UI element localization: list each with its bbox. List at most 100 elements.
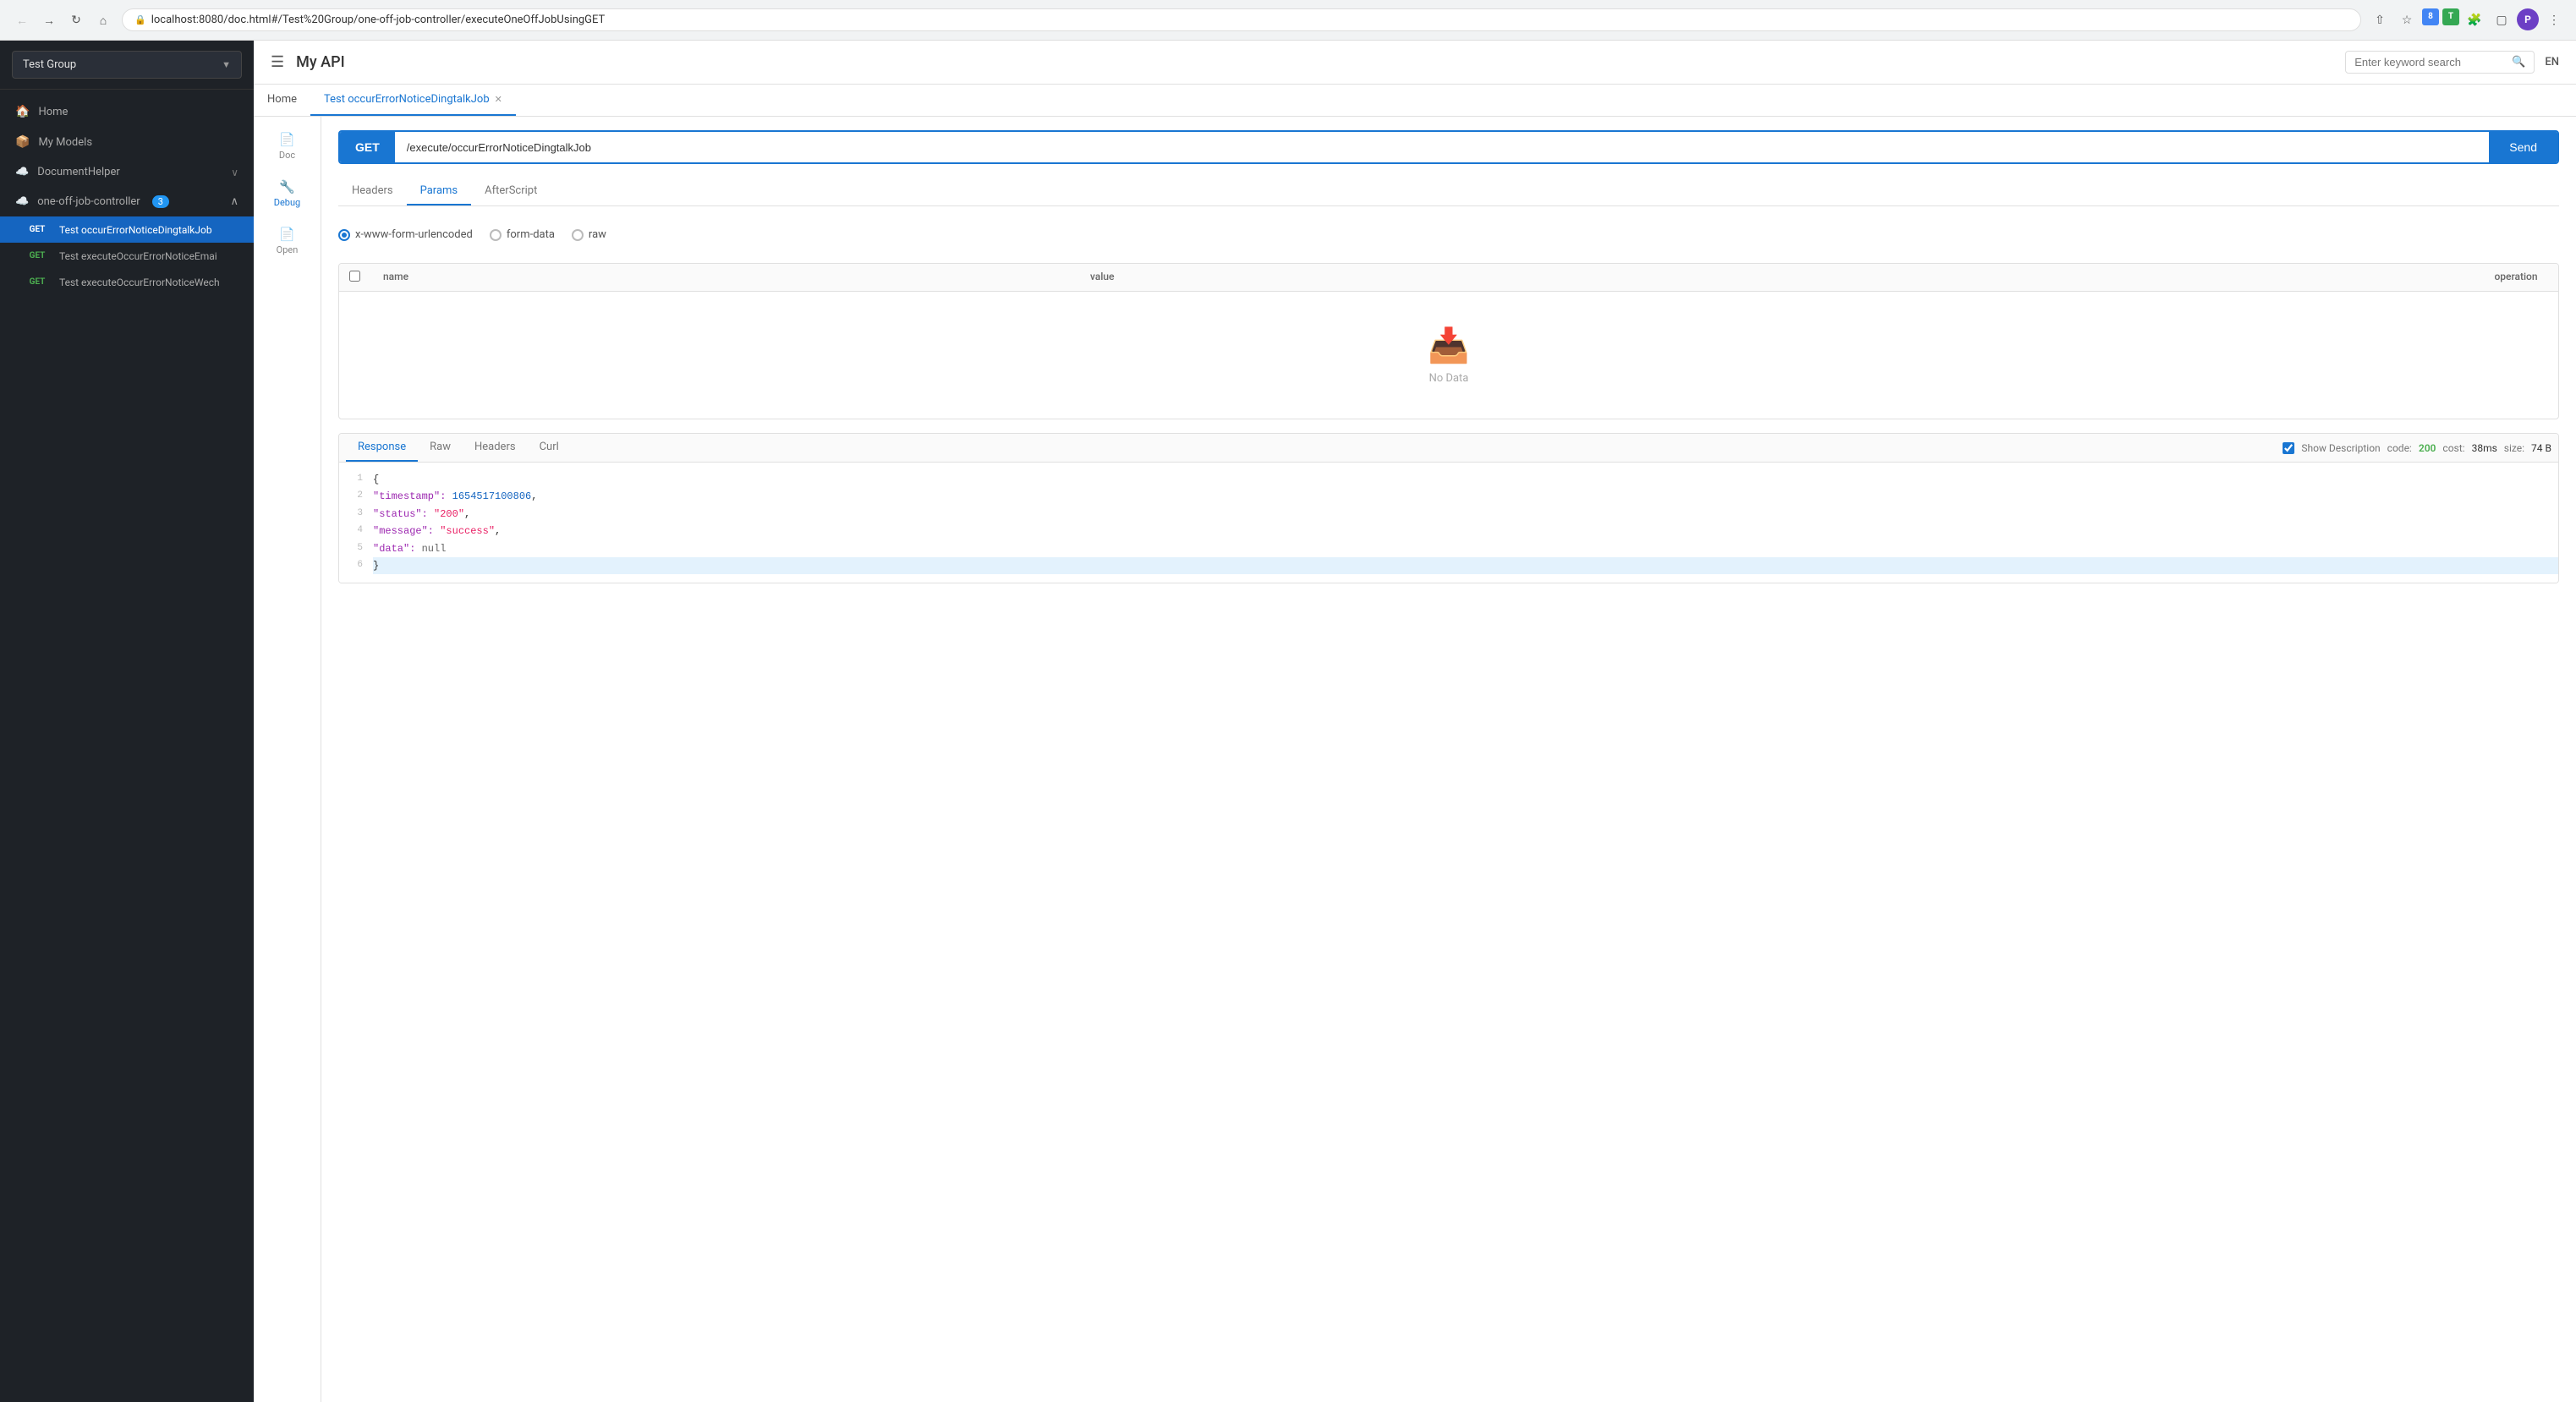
radio-raw-label: raw — [589, 228, 606, 241]
search-input[interactable] — [2354, 56, 2507, 68]
req-tab-params-label: Params — [420, 184, 458, 197]
address-bar[interactable]: 🔒 localhost:8080/doc.html#/Test%20Group/… — [122, 8, 2361, 31]
line-number: 6 — [339, 557, 373, 574]
radio-form-data[interactable]: form-data — [490, 228, 555, 241]
radio-form-data-label: form-data — [507, 228, 555, 241]
language-button[interactable]: EN — [2545, 56, 2559, 68]
send-button[interactable]: Send — [2489, 132, 2557, 162]
check-header — [339, 264, 373, 291]
resp-tab-headers-label: Headers — [474, 441, 516, 453]
api-item-name-1: Test executeOccurErrorNoticeEmai — [59, 250, 217, 262]
line-number: 2 — [339, 488, 373, 505]
chevron-down-icon: ∨ — [231, 167, 238, 178]
resp-tab-response[interactable]: Response — [346, 434, 418, 462]
no-data-text: No Data — [1429, 372, 1469, 385]
req-tab-headers[interactable]: Headers — [338, 178, 407, 205]
method-button[interactable]: GET — [340, 132, 395, 162]
tab-home-label: Home — [267, 93, 297, 106]
radio-urlencoded-label: x-www-form-urlencoded — [355, 228, 473, 241]
tab-home[interactable]: Home — [254, 85, 310, 116]
select-all-checkbox[interactable] — [349, 271, 360, 282]
response-section: Response Raw Headers Curl — [338, 433, 2559, 583]
sidebar-api-item-1[interactable]: GET Test executeOccurErrorNoticeEmai — [0, 243, 254, 269]
models-icon: 📦 — [15, 135, 30, 149]
resp-tab-curl[interactable]: Curl — [528, 434, 571, 462]
sidebar-api-item-2[interactable]: GET Test executeOccurErrorNoticeWech — [0, 269, 254, 295]
doc-label: Doc — [279, 150, 295, 161]
top-bar: ☰ My API 🔍 EN — [254, 41, 2576, 85]
no-data-area: 📥 No Data — [339, 292, 2558, 419]
group-selector: Test Group ▼ — [0, 41, 254, 90]
sidebar-item-document-helper[interactable]: ☁️ DocumentHelper ∨ — [0, 157, 254, 187]
resp-tab-headers[interactable]: Headers — [463, 434, 528, 462]
radio-circle-raw — [572, 229, 584, 241]
code-line: 3 "status": "200", — [339, 506, 2558, 523]
line-number: 3 — [339, 506, 373, 523]
line-content: { — [373, 471, 2558, 488]
value-header: value — [1080, 264, 2474, 291]
browser-chrome: ← → ↻ ⌂ 🔒 localhost:8080/doc.html#/Test%… — [0, 0, 2576, 41]
req-tab-params[interactable]: Params — [407, 178, 472, 205]
tab-test[interactable]: Test occurErrorNoticeDingtalkJob ✕ — [310, 85, 516, 116]
forward-button[interactable]: → — [37, 8, 61, 32]
url-input[interactable] — [395, 133, 2490, 162]
cloud-icon-2: ☁️ — [15, 195, 29, 208]
sidebar-item-my-models[interactable]: 📦 My Models — [0, 127, 254, 157]
address-text: localhost:8080/doc.html#/Test%20Group/on… — [151, 14, 2349, 26]
response-meta: Show Description code: 200 cost: 38ms si… — [2283, 442, 2551, 454]
resp-tab-curl-label: Curl — [540, 441, 559, 453]
share-button[interactable]: ⇧ — [2368, 8, 2392, 32]
params-table-header: name value operation — [339, 264, 2558, 292]
sidebar-item-home-label: Home — [38, 106, 68, 118]
puzzle-button[interactable]: 🧩 — [2463, 8, 2486, 32]
api-item-name-2: Test executeOccurErrorNoticeWech — [59, 277, 220, 288]
name-header: name — [373, 264, 1080, 291]
sidebar-item-my-models-label: My Models — [38, 136, 92, 149]
params-table: name value operation 📥 No Data — [338, 263, 2559, 419]
tab-close-button[interactable]: ✕ — [495, 94, 502, 105]
response-code: 200 — [2419, 442, 2436, 454]
sidebar-api-item-0[interactable]: GET Test occurErrorNoticeDingtalkJob — [0, 216, 254, 243]
profile-button[interactable]: P — [2517, 8, 2539, 30]
group-dropdown[interactable]: Test Group ▼ — [12, 51, 242, 79]
more-button[interactable]: ⋮ — [2542, 8, 2566, 32]
sidebar-item-controller[interactable]: ☁️ one-off-job-controller 3 ∧ — [0, 187, 254, 216]
line-number: 1 — [339, 471, 373, 488]
browser-action-buttons: ⇧ ☆ 8 T 🧩 ▢ P ⋮ — [2368, 8, 2566, 32]
show-description-label: Show Description — [2301, 442, 2380, 454]
api-item-name-0: Test occurErrorNoticeDingtalkJob — [59, 224, 212, 236]
radio-circle-form-data — [490, 229, 501, 241]
search-icon[interactable]: 🔍 — [2512, 56, 2525, 68]
sidebar-item-home[interactable]: 🏠 Home — [0, 96, 254, 127]
back-button[interactable]: ← — [10, 8, 34, 32]
controller-badge: 3 — [152, 195, 169, 208]
method-badge-get: GET — [24, 223, 51, 236]
home-button[interactable]: ⌂ — [91, 8, 115, 32]
code-line: 6} — [339, 557, 2558, 574]
content-area: 📄 Doc 🔧 Debug 📄 Open GET Send — [254, 117, 2576, 1402]
extension-icon-1[interactable]: 8 — [2422, 8, 2439, 25]
cost-label: cost: — [2442, 442, 2464, 454]
bookmark-button[interactable]: ☆ — [2395, 8, 2419, 32]
show-description-checkbox[interactable] — [2283, 442, 2294, 454]
body-type-selector: x-www-form-urlencoded form-data raw — [338, 220, 2559, 249]
req-tab-afterscript[interactable]: AfterScript — [471, 178, 551, 205]
line-content: "message": "success", — [373, 523, 2558, 539]
sidebar-toggle-button[interactable]: ▢ — [2490, 8, 2513, 32]
open-button[interactable]: 📄 Open — [262, 220, 313, 262]
radio-raw[interactable]: raw — [572, 228, 606, 241]
lock-icon: 🔒 — [134, 14, 146, 25]
reload-button[interactable]: ↻ — [64, 8, 88, 32]
open-icon: 📄 — [279, 227, 295, 242]
resp-tab-raw[interactable]: Raw — [418, 434, 463, 462]
hamburger-button[interactable]: ☰ — [271, 53, 284, 71]
app-title: My API — [296, 53, 345, 71]
req-tab-afterscript-label: AfterScript — [485, 184, 537, 197]
response-code-area: 1{2 "timestamp": 1654517100806,3 "status… — [339, 463, 2558, 583]
resp-tab-raw-label: Raw — [430, 441, 451, 453]
debug-button[interactable]: 🔧 Debug — [262, 173, 313, 215]
extension-icon-2[interactable]: T — [2442, 8, 2459, 25]
doc-button[interactable]: 📄 Doc — [262, 125, 313, 167]
radio-urlencoded[interactable]: x-www-form-urlencoded — [338, 228, 473, 241]
open-label: Open — [277, 244, 299, 255]
